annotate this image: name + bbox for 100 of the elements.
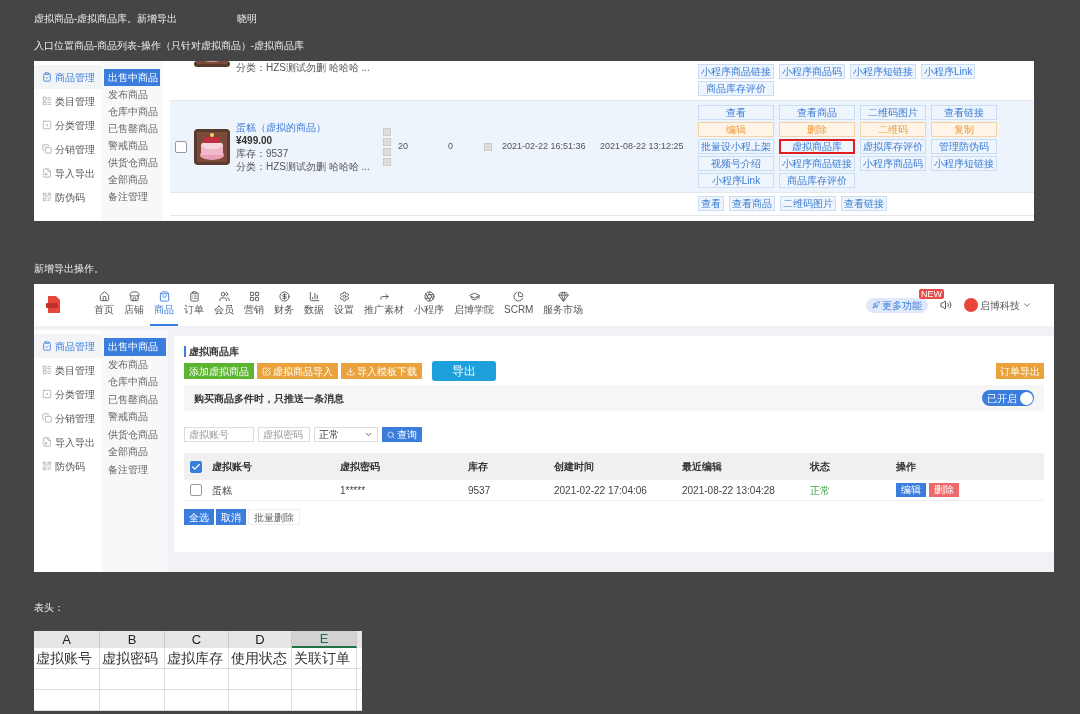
action-button[interactable]: 视频号介绍 (698, 156, 774, 171)
nav-tab[interactable]: 服务市场 (539, 284, 588, 326)
password-field[interactable]: 虚拟密码 (258, 427, 310, 442)
checkbox[interactable] (175, 140, 187, 153)
sidebar-item[interactable]: 导入导出 (34, 161, 102, 185)
action-button[interactable]: 小程序Link (921, 64, 976, 79)
action-button[interactable]: 编辑 (698, 122, 774, 137)
action-button[interactable]: 小程序商品码 (860, 156, 926, 171)
add-button[interactable]: 添加虚拟商品 (184, 363, 254, 379)
nav-tab[interactable]: 首页 (90, 284, 118, 326)
nav-tab[interactable]: 财务 (270, 284, 298, 326)
sidebar-item[interactable]: 导入导出 (34, 430, 102, 454)
bulk-action-button[interactable]: 取消 (216, 509, 246, 525)
nav-tab[interactable]: 订单 (180, 284, 208, 326)
action-button[interactable]: 批量设小程上架 (698, 139, 774, 154)
action-button[interactable]: 二维码 (860, 122, 926, 137)
bag-icon (158, 291, 170, 302)
sidebar-item[interactable]: 分类管理 (34, 113, 102, 137)
nav-tab[interactable]: 小程序 (410, 284, 448, 326)
subnav-item[interactable]: 仓库中商品 (104, 103, 160, 120)
action-button[interactable]: 查看 (698, 105, 774, 120)
sidebar-item[interactable]: 分销管理 (34, 406, 102, 430)
account-menu[interactable]: 启博科技 (964, 297, 1032, 313)
subnav-item[interactable]: 发布商品 (104, 86, 160, 103)
table-cell-text: 9537 (468, 483, 492, 498)
action-button[interactable]: 二维码图片 (780, 196, 836, 211)
subnav-item[interactable]: 供货仓商品 (104, 425, 166, 443)
subnav-item[interactable]: 出售中商品 (104, 338, 166, 356)
sidebar-item[interactable]: 类目管理 (34, 358, 102, 382)
order-export-button[interactable]: 订单导出 (996, 363, 1044, 379)
action-button[interactable]: 查看商品 (729, 196, 775, 211)
nav-tab[interactable]: 启博学院 (450, 284, 498, 326)
nav-tab[interactable]: 推广素材 (360, 284, 408, 326)
subnav-item[interactable]: 备注管理 (104, 460, 166, 478)
table-cell-text: 2021-02-22 17:04:06 (554, 483, 648, 498)
nav-tab[interactable]: 会员 (210, 284, 238, 326)
action-button[interactable]: 复制 (931, 122, 997, 137)
action-button[interactable]: 删除 (779, 122, 855, 137)
more-features-button[interactable]: 更多功能 (866, 297, 928, 313)
spreadsheet-cell: 虚拟账号 (34, 648, 100, 668)
column-letter: B (100, 631, 165, 648)
nav-tab[interactable]: 店铺 (120, 284, 148, 326)
checkbox[interactable] (190, 460, 202, 473)
nav-tab[interactable]: 商品 (150, 284, 178, 326)
spreadsheet-cell: 关联订单 (292, 648, 357, 668)
action-button[interactable]: 小程序商品链接 (779, 156, 855, 171)
action-button[interactable]: 小程序短链接 (931, 156, 997, 171)
bulk-action-button[interactable]: 全选 (184, 509, 214, 525)
subnav-item[interactable]: 警戒商品 (104, 408, 166, 426)
checkbox[interactable] (190, 484, 202, 496)
product-name[interactable]: 蛋糕（虚拟的商品） (236, 120, 376, 134)
subnav-item[interactable]: 出售中商品 (104, 69, 160, 86)
column-header: 状态 (810, 460, 831, 474)
sidebar-item[interactable]: 商品管理 (34, 334, 102, 358)
edit-button[interactable]: 编辑 (896, 483, 926, 497)
action-button[interactable]: 虚拟商品库 (779, 139, 855, 154)
subnav-item[interactable]: 供货仓商品 (104, 154, 160, 171)
nav-tab[interactable]: 数据 (300, 284, 328, 326)
import-button[interactable]: 虚拟商品导入 (257, 363, 338, 379)
sidebar-item[interactable]: 类目管理 (34, 89, 102, 113)
action-button[interactable]: 二维码图片 (860, 105, 926, 120)
action-button[interactable]: 管理防伪码 (931, 139, 997, 154)
action-button[interactable]: 小程序商品链接 (698, 64, 774, 79)
action-button[interactable]: 查看 (698, 196, 724, 211)
sidebar-item[interactable]: 防伪码 (34, 454, 102, 478)
account-field[interactable]: 虚拟账号 (184, 427, 254, 442)
nav-tab[interactable]: SCRM (500, 284, 538, 326)
export-button[interactable]: 导出 (432, 361, 496, 381)
sidebar-item[interactable]: 分销管理 (34, 137, 102, 161)
subnav-item[interactable]: 警戒商品 (104, 137, 160, 154)
subnav-item[interactable]: 已售罄商品 (104, 390, 166, 408)
subnav-item[interactable]: 已售罄商品 (104, 120, 160, 137)
subnav-item[interactable]: 全部商品 (104, 171, 160, 188)
subnav-item[interactable]: 备注管理 (104, 188, 160, 205)
action-button[interactable]: 查看链接 (931, 105, 997, 120)
nav-tab[interactable]: 营销 (240, 284, 268, 326)
action-button[interactable]: 小程序商品码 (779, 64, 845, 79)
action-button[interactable]: 小程序Link (698, 173, 774, 188)
action-button[interactable]: 虚拟库存评价 (860, 139, 926, 154)
action-button[interactable]: 查看链接 (841, 196, 887, 211)
sidebar-item[interactable]: 防伪码 (34, 185, 102, 209)
nav-tab[interactable]: 设置 (330, 284, 358, 326)
speaker-icon[interactable] (940, 299, 952, 311)
toggle-switch[interactable]: 已开启 (982, 390, 1034, 406)
action-button[interactable]: 查看商品 (779, 105, 855, 120)
subnav-item[interactable]: 发布商品 (104, 355, 166, 373)
table-cell-text: 1***** (340, 483, 367, 498)
sidebar-item[interactable]: 商品管理 (34, 65, 102, 89)
download-button[interactable]: 导入模板下载 (341, 363, 422, 379)
subnav-item[interactable]: 全部商品 (104, 443, 166, 461)
bulk-action-button[interactable]: 批量删除 (248, 509, 300, 525)
sidebar-item[interactable]: 分类管理 (34, 382, 102, 406)
subnav-item[interactable]: 仓库中商品 (104, 373, 166, 391)
action-button[interactable]: 商品库存评价 (698, 81, 774, 96)
column-header: 虚拟账号 (212, 460, 253, 474)
action-button[interactable]: 小程序短链接 (850, 64, 916, 79)
search-button[interactable]: 查询 (382, 427, 422, 442)
status-select[interactable]: 正常 (314, 427, 378, 442)
action-button[interactable]: 商品库存评价 (779, 173, 855, 188)
delete-button[interactable]: 删除 (929, 483, 959, 497)
